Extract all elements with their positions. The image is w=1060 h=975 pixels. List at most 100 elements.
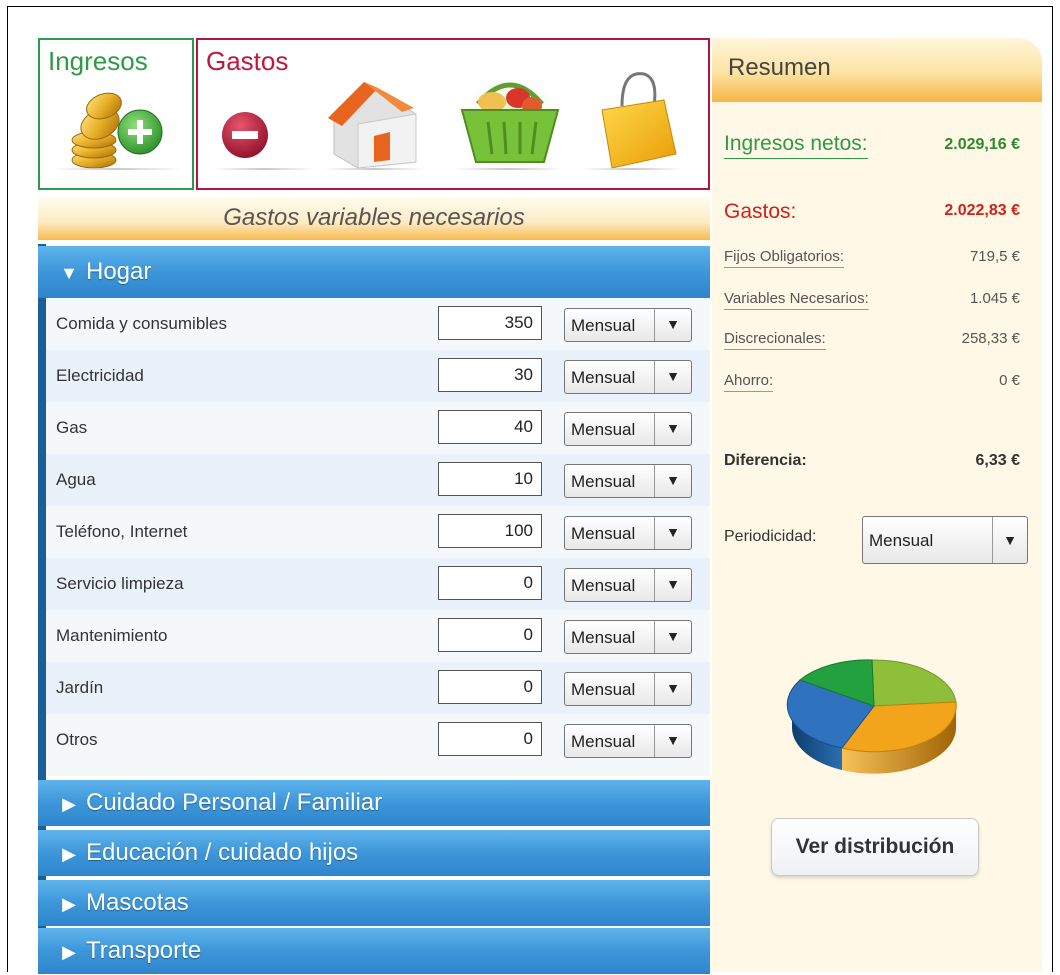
variables-line: Variables Necesarios: 1.045 € xyxy=(712,290,1042,316)
variables-value: 1.045 € xyxy=(969,290,1020,307)
ver-distribucion-button[interactable]: Ver distribución xyxy=(771,818,979,876)
amount-input[interactable]: 0 xyxy=(438,670,542,704)
fijos-value: 719,5 € xyxy=(969,248,1020,265)
coins-add-icon[interactable] xyxy=(64,78,168,178)
periodicidad-line: Periodicidad: xyxy=(712,528,852,554)
gastos-shelf-2 xyxy=(324,168,424,170)
table-row: Electricidad 30 Mensual ▼ xyxy=(46,350,710,402)
amount-input[interactable]: 40 xyxy=(438,410,542,444)
period-select[interactable]: Mensual ▼ xyxy=(564,308,692,342)
hogar-rows: Comida y consumibles 350 Mensual ▼ Electr… xyxy=(46,298,710,776)
variables-label[interactable]: Variables Necesarios: xyxy=(724,290,869,310)
table-row: Comida y consumibles 350 Mensual ▼ xyxy=(46,298,710,350)
period-select[interactable]: Mensual ▼ xyxy=(564,672,692,706)
amount-input[interactable]: 350 xyxy=(438,306,542,340)
discrecionales-value: 258,33 € xyxy=(961,330,1020,347)
period-select[interactable]: Mensual ▼ xyxy=(564,360,692,394)
distribution-pie-chart xyxy=(786,642,962,782)
accordion-transporte[interactable]: ▶ Transporte xyxy=(38,928,710,974)
diferencia-value: 6,33 € xyxy=(975,452,1020,469)
ingresos-category[interactable]: Ingresos xyxy=(38,38,194,190)
row-label: Agua xyxy=(56,470,96,489)
summary-panel: Resumen Ingresos netos: 2.029,16 € Gasto… xyxy=(712,38,1042,972)
row-label: Comida y consumibles xyxy=(56,314,228,333)
gastos-shelf-1 xyxy=(214,168,314,170)
chevron-down-icon: ▼ xyxy=(654,673,691,705)
chevron-down-icon: ▼ xyxy=(654,309,691,341)
period-select[interactable]: Mensual ▼ xyxy=(564,620,692,654)
accordion-cuidado-personal[interactable]: ▶ Cuidado Personal / Familiar xyxy=(38,780,710,826)
table-row: Gas 40 Mensual ▼ xyxy=(46,402,710,454)
table-row: Servicio limpieza 0 Mensual ▼ xyxy=(46,558,710,610)
period-select[interactable]: Mensual ▼ xyxy=(564,568,692,602)
shopping-basket-icon[interactable] xyxy=(448,62,572,176)
triangle-right-icon: ▶ xyxy=(62,844,76,864)
gastos-shelf-4 xyxy=(582,168,682,170)
chevron-down-icon: ▼ xyxy=(992,517,1027,563)
gastos-shelf-3 xyxy=(454,168,564,170)
periodicidad-label: Periodicidad: xyxy=(724,528,817,545)
triangle-right-icon: ▶ xyxy=(62,794,76,814)
ingresos-netos-value: 2.029,16 € xyxy=(944,136,1020,153)
ahorro-label[interactable]: Ahorro: xyxy=(724,372,774,392)
gastos-value: 2.022,83 € xyxy=(944,202,1020,219)
accordion-hogar[interactable]: ▼ Hogar xyxy=(38,246,710,298)
amount-input[interactable]: 0 xyxy=(438,566,542,600)
chevron-down-icon: ▼ xyxy=(654,517,691,549)
triangle-right-icon: ▶ xyxy=(62,942,76,962)
chevron-down-icon: ▼ xyxy=(654,413,691,445)
chevron-down-icon: ▼ xyxy=(654,569,691,601)
row-label: Teléfono, Internet xyxy=(56,522,188,541)
house-icon[interactable] xyxy=(328,74,420,172)
gastos-label: Gastos: xyxy=(724,200,797,223)
row-label: Gas xyxy=(56,418,88,437)
periodicidad-select[interactable]: Mensual ▼ xyxy=(862,516,1028,564)
period-select[interactable]: Mensual ▼ xyxy=(564,516,692,550)
discrecionales-label[interactable]: Discrecionales: xyxy=(724,330,826,350)
row-label: Servicio limpieza xyxy=(56,574,184,593)
amount-input[interactable]: 30 xyxy=(438,358,542,392)
table-row: Mantenimiento 0 Mensual ▼ xyxy=(46,610,710,662)
fijos-label[interactable]: Fijos Obligatorios: xyxy=(724,248,845,268)
amount-input[interactable]: 10 xyxy=(438,462,542,496)
gastos-category: Gastos xyxy=(196,38,710,190)
ahorro-value: 0 € xyxy=(999,372,1020,389)
chevron-down-icon: ▼ xyxy=(654,361,691,393)
row-label: Electricidad xyxy=(56,366,144,385)
triangle-right-icon: ▶ xyxy=(62,894,76,914)
section-header: Gastos variables necesarios xyxy=(38,196,710,240)
period-select[interactable]: Mensual ▼ xyxy=(564,412,692,446)
ingresos-netos-line: Ingresos netos: 2.029,16 € xyxy=(712,132,1042,166)
ingresos-netos-label[interactable]: Ingresos netos: xyxy=(724,132,868,159)
ingresos-shelf xyxy=(52,168,182,170)
amount-input[interactable]: 0 xyxy=(438,618,542,652)
accordion-mascotas[interactable]: ▶ Mascotas xyxy=(38,880,710,926)
table-row: Teléfono, Internet 100 Mensual ▼ xyxy=(46,506,710,558)
ingresos-title: Ingresos xyxy=(48,46,148,76)
row-label: Jardín xyxy=(56,678,104,697)
chevron-down-icon: ▼ xyxy=(654,465,691,497)
diferencia-label: Diferencia: xyxy=(724,452,807,469)
discrecionales-line: Discrecionales: 258,33 € xyxy=(712,330,1042,356)
shopping-bag-icon[interactable] xyxy=(592,66,682,172)
amount-input[interactable]: 0 xyxy=(438,722,542,756)
ahorro-line: Ahorro: 0 € xyxy=(712,372,1042,398)
table-row: Otros 0 Mensual ▼ xyxy=(46,714,710,766)
table-row: Agua 10 Mensual ▼ xyxy=(46,454,710,506)
triangle-down-icon: ▼ xyxy=(60,263,78,283)
chevron-down-icon: ▼ xyxy=(654,725,691,757)
table-row: Jardín 0 Mensual ▼ xyxy=(46,662,710,714)
gastos-title: Gastos xyxy=(206,46,289,76)
minus-circle-icon[interactable] xyxy=(220,108,270,162)
fijos-line: Fijos Obligatorios: 719,5 € xyxy=(712,248,1042,274)
gastos-line: Gastos: 2.022,83 € xyxy=(712,200,1042,230)
row-label: Otros xyxy=(56,730,98,749)
period-select[interactable]: Mensual ▼ xyxy=(564,464,692,498)
row-label: Mantenimiento xyxy=(56,626,168,645)
period-select[interactable]: Mensual ▼ xyxy=(564,724,692,758)
diferencia-line: Diferencia: 6,33 € xyxy=(712,452,1042,478)
amount-input[interactable]: 100 xyxy=(438,514,542,548)
chevron-down-icon: ▼ xyxy=(654,621,691,653)
summary-title: Resumen xyxy=(728,54,831,81)
accordion-educacion[interactable]: ▶ Educación / cuidado hijos xyxy=(38,830,710,876)
